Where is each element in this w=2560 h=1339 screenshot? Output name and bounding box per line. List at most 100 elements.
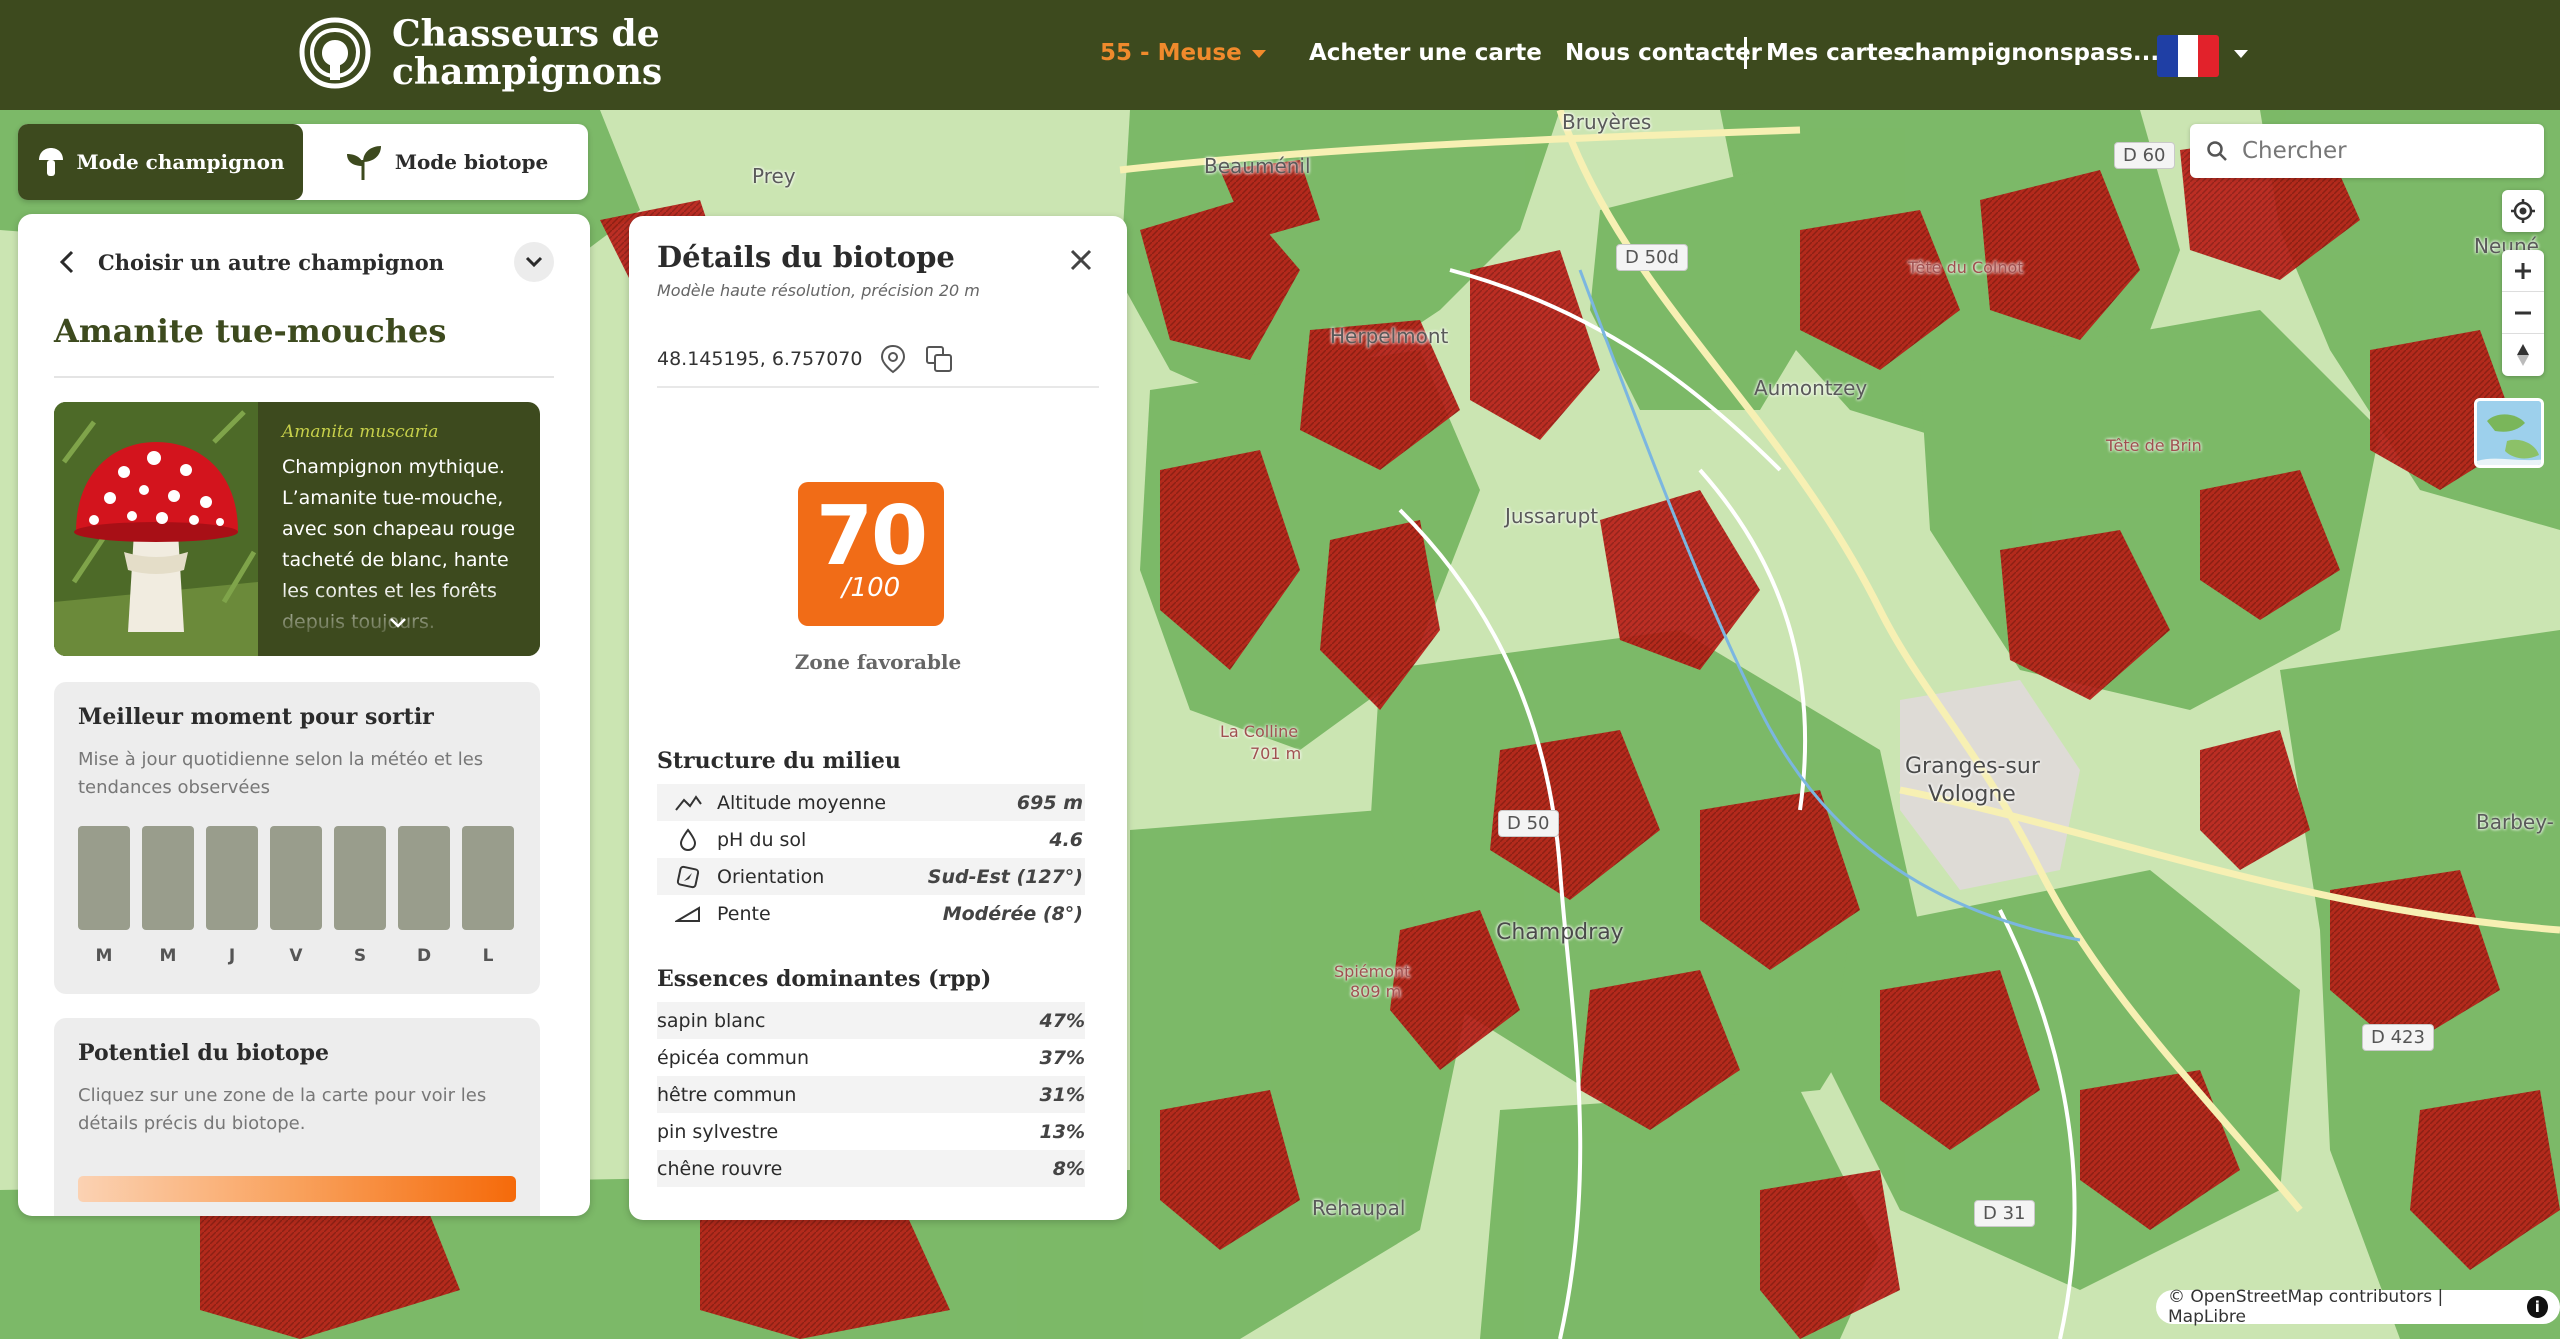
species-card: Amanita muscaria Champignon mythique. L’… — [54, 402, 540, 656]
compass-icon — [676, 865, 700, 888]
structure-value: 695 m — [1016, 791, 1083, 814]
plus-icon — [2515, 262, 2531, 279]
species-description[interactable]: Amanita muscaria Champignon mythique. L’… — [258, 402, 540, 656]
day-forecast-item[interactable]: J — [206, 826, 258, 966]
map-search[interactable] — [2190, 124, 2544, 178]
choose-species-row[interactable]: Choisir un autre champignon — [58, 242, 554, 282]
tree-species-name: épicéa commun — [657, 1046, 810, 1069]
road-tag: D 60 — [2114, 142, 2175, 169]
day-label: J — [228, 946, 236, 966]
tree-species-list: sapin blanc 47% épicéa commun 37% hêtre co… — [657, 1002, 1085, 1187]
tree-species-value: 31% — [1039, 1083, 1085, 1106]
expand-description-icon[interactable] — [388, 616, 408, 630]
species-heading: Essences dominantes (rpp) — [657, 966, 992, 992]
day-bar — [206, 826, 258, 930]
species-photo — [54, 402, 258, 656]
satellite-layer-toggle[interactable] — [2474, 398, 2544, 468]
expand-species-button[interactable] — [514, 242, 554, 282]
biotope-details-panel: Détails du biotope Modèle haute résoluti… — [629, 216, 1127, 1220]
department-dropdown[interactable]: 55 - Meuse — [1100, 40, 1266, 66]
coordinates-text: 48.145195, 6.757070 — [657, 348, 863, 370]
top-navbar: Chasseurs de champignons 55 - Meuse Ache… — [0, 0, 2560, 110]
day-forecast-item[interactable]: D — [398, 826, 450, 966]
biotope-potential-section: Potentiel du biotope Cliquez sur une zon… — [54, 1018, 540, 1216]
place-label: Rehaupal — [1312, 1196, 1406, 1220]
choose-species-label: Choisir un autre champignon — [98, 249, 445, 275]
fr-flag-icon[interactable] — [2157, 35, 2219, 77]
geolocate-button[interactable] — [2502, 190, 2544, 232]
summit-label: Tête du Colnot — [1908, 258, 2024, 277]
score-badge: 70 /100 — [798, 482, 944, 626]
zoom-in-button[interactable] — [2502, 250, 2544, 292]
brand-logo[interactable]: Chasseurs de champignons — [298, 15, 662, 91]
crosshair-icon — [2511, 199, 2535, 223]
tree-species-value: 47% — [1039, 1009, 1085, 1032]
score-label: Zone favorable — [794, 650, 962, 674]
my-maps-link[interactable]: Mes cartes — [1766, 40, 1907, 66]
day-forecast-item[interactable]: M — [78, 826, 130, 966]
summit-label: Tête de Brin — [2106, 436, 2202, 455]
species-common-name: Amanite tue-mouches — [54, 312, 447, 350]
structure-name: Pente — [717, 902, 771, 925]
language-chevron-icon[interactable] — [2234, 50, 2248, 58]
mushroom-icon — [38, 148, 63, 176]
info-icon[interactable]: i — [2526, 1296, 2548, 1318]
compass-reset-button[interactable] — [2502, 334, 2544, 376]
zoom-out-button[interactable] — [2502, 292, 2544, 334]
tree-species-row: hêtre commun 31% — [657, 1076, 1085, 1113]
structure-row: pH du sol 4.6 — [657, 821, 1085, 858]
map-pin-icon[interactable] — [880, 344, 906, 374]
place-label: Barbey- — [2476, 810, 2554, 834]
day-forecast-item[interactable]: S — [334, 826, 386, 966]
summit-label: La Colline — [1220, 722, 1299, 741]
structure-row: Orientation Sud-Est (127°) — [657, 858, 1085, 895]
tree-species-row: pin sylvestre 13% — [657, 1113, 1085, 1150]
day-forecast: M M J V S D L — [78, 826, 514, 966]
place-label: Beauménil — [1204, 154, 1311, 178]
contact-link[interactable]: Nous contacter — [1565, 40, 1762, 66]
place-label: Granges-sur — [1905, 754, 2040, 779]
search-input[interactable] — [2242, 138, 2522, 164]
divider — [657, 386, 1099, 388]
attribution-text[interactable]: © OpenStreetMap contributors | MapLibre — [2168, 1287, 2515, 1327]
day-forecast-item[interactable]: L — [462, 826, 514, 966]
structure-value: 4.6 — [1049, 828, 1083, 851]
close-icon[interactable] — [1069, 248, 1093, 272]
day-bar — [270, 826, 322, 930]
tree-species-row: sapin blanc 47% — [657, 1002, 1085, 1039]
mode-biotope-button[interactable]: Mode biotope — [303, 124, 588, 200]
slope-icon — [675, 905, 700, 922]
summit-altitude: 701 m — [1250, 744, 1302, 763]
buy-map-link[interactable]: Acheter une carte — [1309, 40, 1542, 66]
tree-species-row: épicéa commun 37% — [657, 1039, 1085, 1076]
species-panel: Choisir un autre champignon Amanite tue-… — [18, 214, 590, 1216]
species-latin-name: Amanita muscaria — [282, 422, 439, 442]
nav-separator — [1744, 37, 1747, 69]
chevron-down-icon — [1251, 49, 1266, 58]
structure-name: Altitude moyenne — [717, 791, 887, 814]
structure-value: Modérée (8°) — [942, 902, 1083, 925]
biotope-title: Détails du biotope — [657, 240, 955, 274]
structure-name: Orientation — [717, 865, 825, 888]
place-label: Prey — [752, 164, 796, 188]
place-label: Champdray — [1496, 920, 1624, 945]
place-label: Herpelmont — [1330, 324, 1449, 348]
day-bar — [78, 826, 130, 930]
department-label: 55 - Meuse — [1100, 40, 1242, 66]
summit-altitude: 809 m — [1350, 982, 1402, 1001]
structure-name: pH du sol — [717, 828, 807, 851]
structure-row: Altitude moyenne 695 m — [657, 784, 1085, 821]
day-forecast-item[interactable]: V — [270, 826, 322, 966]
tree-species-name: sapin blanc — [657, 1009, 766, 1032]
place-label: Vologne — [1928, 782, 2016, 807]
account-dropdown[interactable]: champignonspass... — [1901, 40, 2184, 66]
day-label: M — [95, 946, 113, 966]
account-label: champignonspass... — [1901, 40, 2160, 66]
copy-icon[interactable] — [924, 344, 954, 374]
road-tag: D 423 — [2362, 1024, 2434, 1051]
day-forecast-item[interactable]: M — [142, 826, 194, 966]
divider — [54, 376, 554, 378]
place-label: Aumontzey — [1754, 376, 1868, 400]
mode-mushroom-button[interactable]: Mode champignon — [18, 124, 303, 200]
place-label: Jussarupt — [1505, 504, 1599, 528]
